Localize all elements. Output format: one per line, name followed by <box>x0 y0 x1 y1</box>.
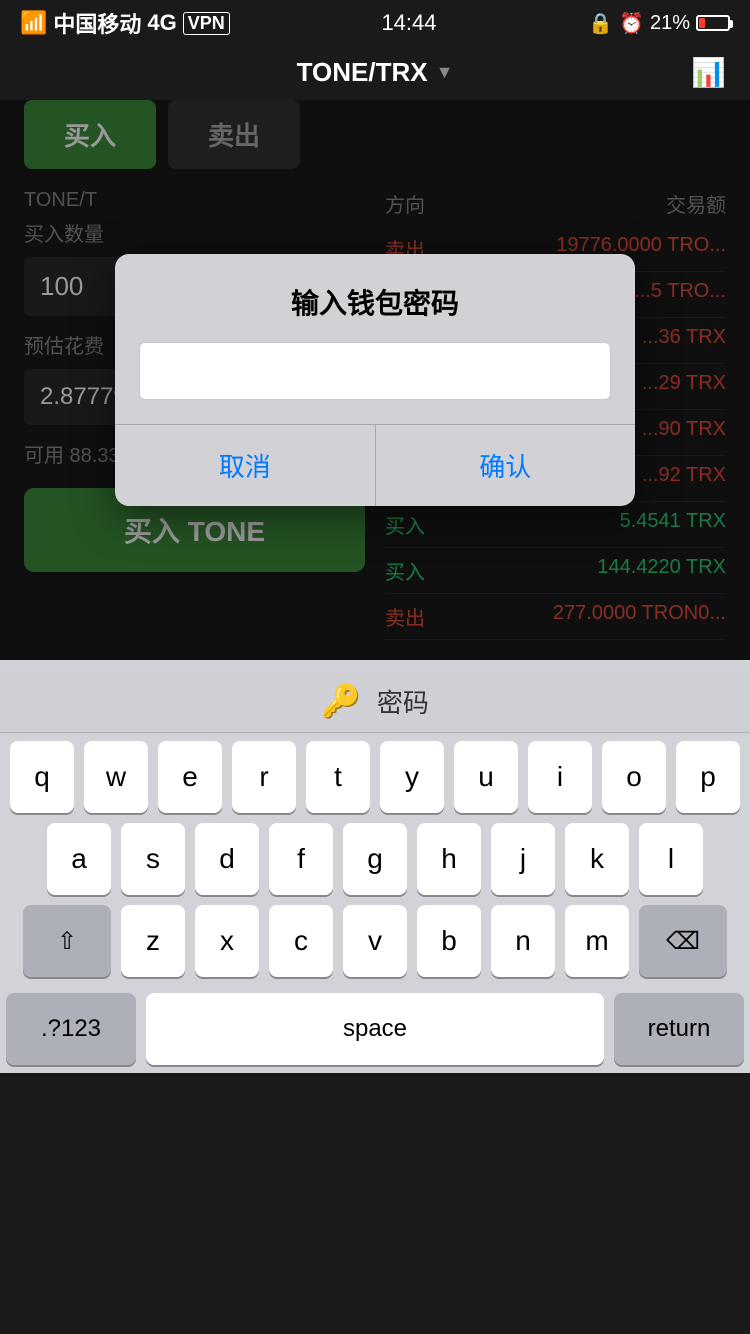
keyboard-bar: 🔑 密码 <box>0 670 750 733</box>
key-m[interactable]: m <box>565 905 629 977</box>
key-h[interactable]: h <box>417 823 481 895</box>
key-e[interactable]: e <box>158 741 222 813</box>
keyboard-row-bottom: .?123 space return <box>0 993 750 1073</box>
signal-icon: 📶 <box>20 10 47 36</box>
password-input[interactable] <box>139 342 611 400</box>
trading-container: 买入 卖出 TONE/T 买入数量 预估花费 2.877793 TRX 可用 8… <box>0 100 750 660</box>
key-s[interactable]: s <box>121 823 185 895</box>
key-icon: 🔑 <box>321 682 361 720</box>
key-u[interactable]: u <box>454 741 518 813</box>
chart-icon[interactable]: 📊 <box>691 56 726 89</box>
key-q[interactable]: q <box>10 741 74 813</box>
status-time: 14:44 <box>381 10 436 36</box>
key-f[interactable]: f <box>269 823 333 895</box>
confirm-button[interactable]: 确认 <box>376 425 636 506</box>
status-left: 📶 中国移动 4G VPN <box>20 7 230 39</box>
key-o[interactable]: o <box>602 741 666 813</box>
numbers-key[interactable]: .?123 <box>6 993 136 1065</box>
password-dialog: 输入钱包密码 取消 确认 <box>115 254 635 506</box>
battery-icon <box>696 15 730 31</box>
keyboard-section: 🔑 密码 qwertyuiop asdfghjkl ⇧zxcvbnm⌫ .?12… <box>0 660 750 1073</box>
network-label: 4G <box>147 10 176 36</box>
dialog-overlay: 输入钱包密码 取消 确认 <box>0 100 750 660</box>
space-key[interactable]: space <box>146 993 604 1065</box>
key-g[interactable]: g <box>343 823 407 895</box>
key-x[interactable]: x <box>195 905 259 977</box>
lock-icon: 🔒 <box>588 11 613 36</box>
carrier-label: 中国移动 <box>53 7 141 39</box>
shift-key[interactable]: ⇧ <box>23 905 111 977</box>
dropdown-icon: ▼ <box>436 62 454 83</box>
pair-label: TONE/TRX <box>297 57 428 88</box>
vpn-label: VPN <box>183 12 230 35</box>
status-right: 🔒 ⏰ 21% <box>588 11 730 36</box>
dialog-input-wrap <box>115 342 635 424</box>
alarm-icon: ⏰ <box>619 11 644 36</box>
key-j[interactable]: j <box>491 823 555 895</box>
battery-percent: 21% <box>650 12 690 35</box>
app-header: TONE/TRX ▼ 📊 <box>0 44 750 100</box>
delete-key[interactable]: ⌫ <box>639 905 727 977</box>
key-z[interactable]: z <box>121 905 185 977</box>
keyboard-row-1: qwertyuiop <box>6 741 744 813</box>
keyboard-row-3: ⇧zxcvbnm⌫ <box>6 905 744 977</box>
key-p[interactable]: p <box>676 741 740 813</box>
key-c[interactable]: c <box>269 905 333 977</box>
key-a[interactable]: a <box>47 823 111 895</box>
key-r[interactable]: r <box>232 741 296 813</box>
return-key[interactable]: return <box>614 993 744 1065</box>
key-d[interactable]: d <box>195 823 259 895</box>
status-bar: 📶 中国移动 4G VPN 14:44 🔒 ⏰ 21% <box>0 0 750 44</box>
keyboard-rows: qwertyuiop asdfghjkl ⇧zxcvbnm⌫ <box>0 733 750 993</box>
header-title[interactable]: TONE/TRX ▼ <box>297 57 454 88</box>
password-bar-label: 密码 <box>377 683 429 720</box>
key-k[interactable]: k <box>565 823 629 895</box>
key-w[interactable]: w <box>84 741 148 813</box>
key-l[interactable]: l <box>639 823 703 895</box>
dialog-buttons: 取消 确认 <box>115 424 635 506</box>
dialog-title: 输入钱包密码 <box>115 254 635 342</box>
key-n[interactable]: n <box>491 905 555 977</box>
key-i[interactable]: i <box>528 741 592 813</box>
key-v[interactable]: v <box>343 905 407 977</box>
key-t[interactable]: t <box>306 741 370 813</box>
key-b[interactable]: b <box>417 905 481 977</box>
key-y[interactable]: y <box>380 741 444 813</box>
cancel-button[interactable]: 取消 <box>115 425 376 506</box>
keyboard-row-2: asdfghjkl <box>6 823 744 895</box>
